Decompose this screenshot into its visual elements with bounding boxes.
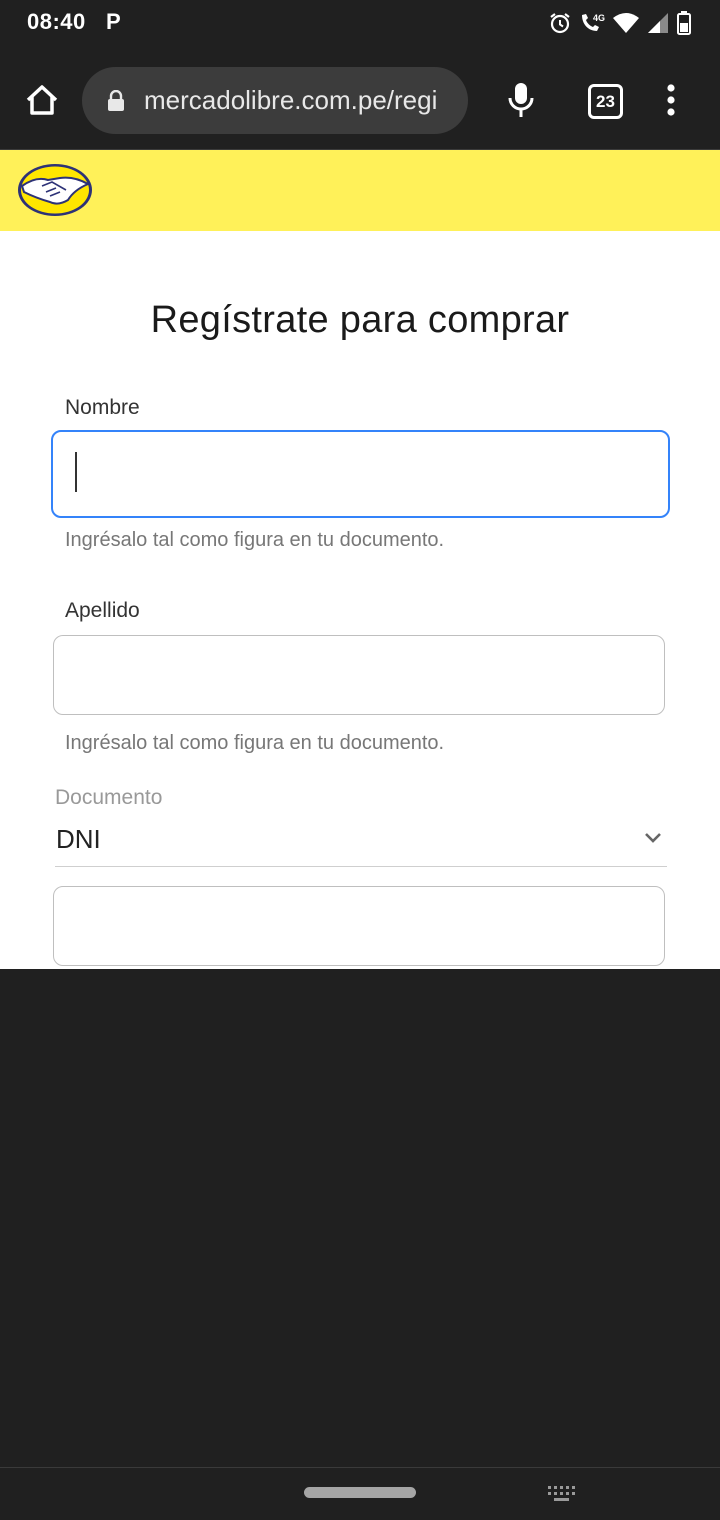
home-icon[interactable] [22,80,62,120]
signal-icon [646,11,670,35]
text-caret [75,452,77,492]
apellido-label: Apellido [65,599,140,622]
svg-text:4G: 4G [593,13,605,23]
mic-icon[interactable] [506,82,536,123]
home-gesture-pill[interactable] [304,1487,416,1498]
url-text: mercadolibre.com.pe/regi [144,85,438,115]
nav-divider [0,1467,720,1468]
nombre-input[interactable] [51,430,670,518]
wifi-call-icon: 4G [578,11,606,35]
alarm-icon [548,11,572,35]
lock-icon [106,89,126,117]
site-header [0,149,720,232]
notification-p-icon: P [106,9,121,34]
browser-toolbar: mercadolibre.com.pe/regi 23 [0,46,720,148]
documento-label: Documento [55,786,163,809]
wifi-icon [612,11,640,35]
documento-selected-value: DNI [56,824,101,854]
nombre-helper: Ingrésalo tal como figura en tu document… [65,529,445,551]
status-time: 08:40 [27,9,86,34]
apellido-input[interactable] [53,635,665,715]
keyboard-icon[interactable] [546,1484,576,1507]
nombre-label: Nombre [65,396,140,419]
documento-number-input[interactable] [53,886,665,966]
more-menu-icon[interactable] [664,84,678,121]
url-bar[interactable]: mercadolibre.com.pe/regi [82,67,468,134]
mercadolibre-logo[interactable] [16,162,94,223]
chevron-down-icon [643,831,663,850]
status-icons: 4G [548,10,692,36]
registration-form: Regístrate para comprar Nombre Ingrésalo… [0,231,720,969]
apellido-helper: Ingrésalo tal como figura en tu document… [65,732,445,754]
tab-switcher-button[interactable]: 23 [588,84,623,119]
battery-icon [676,11,692,35]
status-bar: 08:40 P 4G [0,0,720,46]
page-title: Regístrate para comprar [150,299,570,341]
documento-select[interactable]: DNI [55,821,667,867]
